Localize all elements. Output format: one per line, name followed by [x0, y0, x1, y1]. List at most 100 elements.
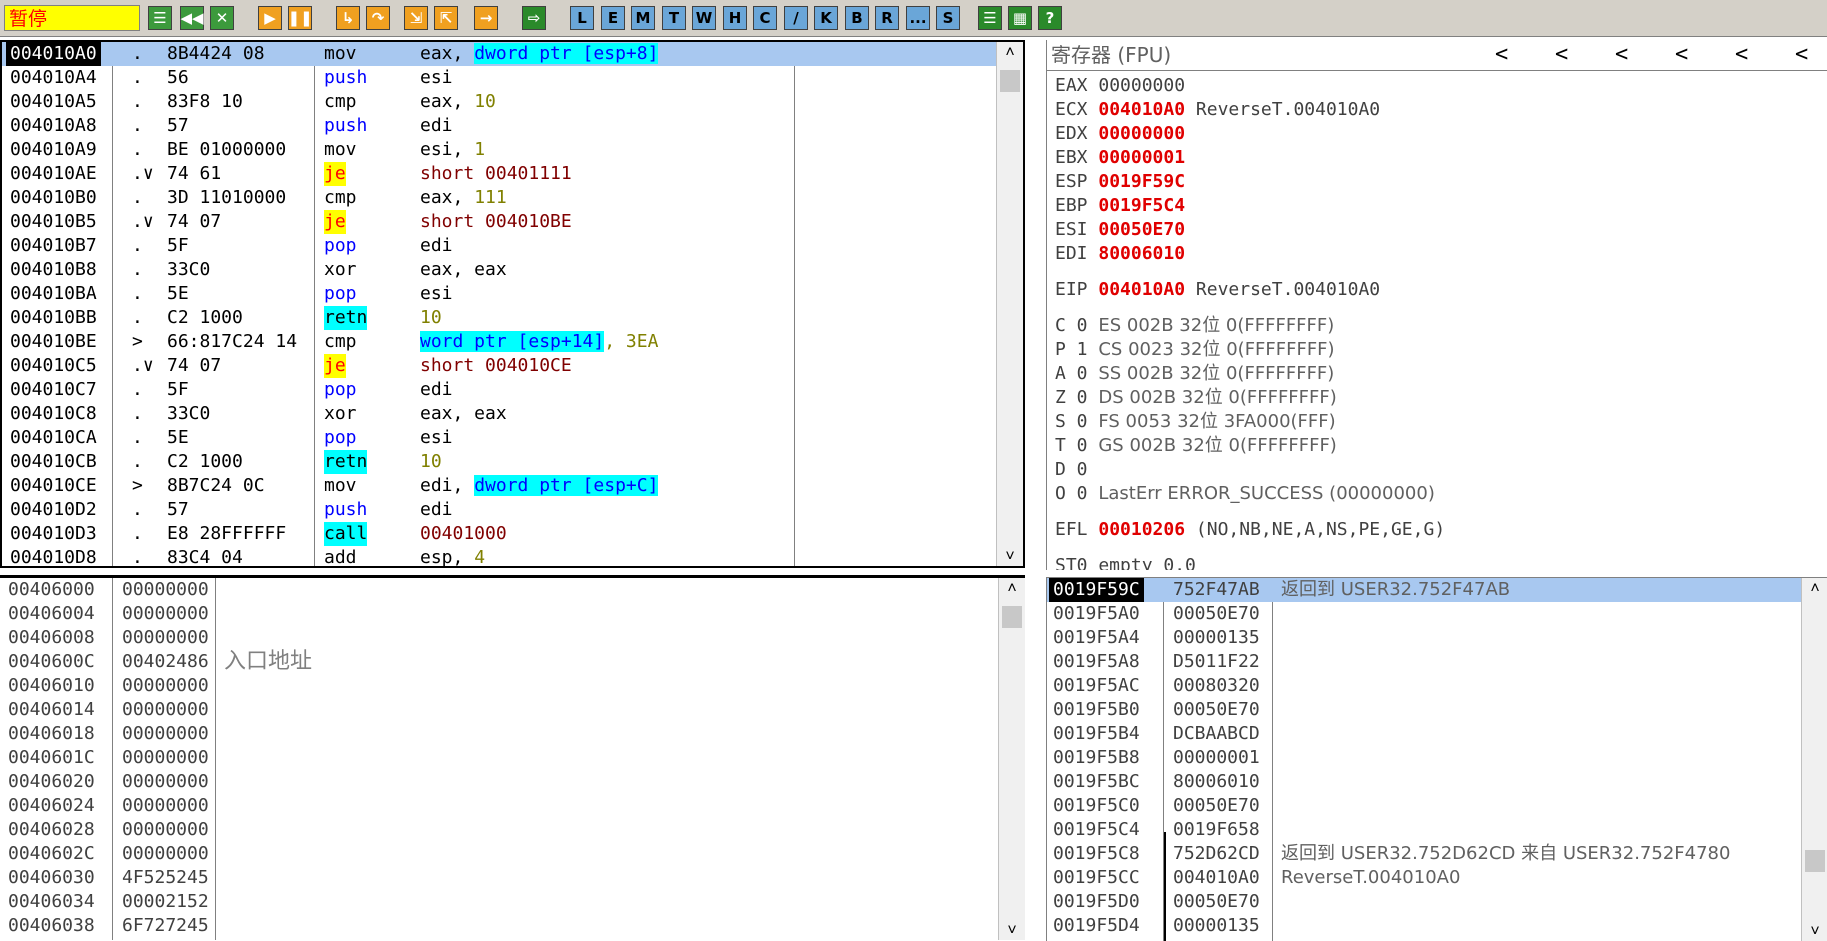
stack-row[interactable]: 0019F5D4 00000135 [1047, 914, 1801, 938]
disasm-row[interactable]: 004010BE >66:817C24 14 cmp word ptr [esp+14… [2, 330, 1000, 354]
flag[interactable]: C 0 [1055, 315, 1088, 336]
stack-row[interactable]: 0019F5A8 D5011F22 [1047, 650, 1801, 674]
scroll-up-icon[interactable]: ˄ [999, 578, 1025, 598]
register-value[interactable]: 00050E70 [1098, 219, 1185, 240]
dump-row[interactable]: 00406004 00000000 [0, 602, 998, 626]
disasm-row[interactable]: 004010BA. 5E pop esi [2, 282, 1000, 306]
scroll-up-icon[interactable]: ˄ [997, 42, 1023, 62]
scroll-up-icon[interactable]: ˄ [1802, 578, 1827, 598]
stack-row[interactable]: 0019F5CC 004010A0 ReverseT.004010A0 [1047, 866, 1801, 890]
register-value[interactable]: 00000000 [1098, 75, 1185, 96]
dump-scrollbar[interactable]: ˄ ˅ [998, 578, 1025, 940]
stack-row[interactable]: 0019F5BC 80006010 [1047, 770, 1801, 794]
register-value[interactable]: 00000001 [1098, 147, 1185, 168]
dump-row[interactable]: 00406034 00002152 [0, 890, 998, 914]
window-button-10[interactable]: R [875, 6, 899, 30]
chevron-left-icon[interactable]: < [1555, 42, 1568, 68]
register-edi[interactable]: EDI 80006010 [1055, 242, 1185, 266]
dump-row[interactable]: 0040601C 00000000 [0, 746, 998, 770]
open-icon[interactable]: ☰ [148, 6, 172, 30]
registers-pane[interactable]: 寄存器 (FPU) < < < < < < EAX 00000000 ECX 0… [1046, 40, 1827, 570]
register-ebp[interactable]: EBP 0019F5C4 [1055, 194, 1185, 218]
scroll-down-icon[interactable]: ˅ [997, 546, 1023, 566]
chevron-left-icon[interactable]: < [1495, 42, 1508, 68]
flag-segment-row[interactable]: A 0 SS 002B 32位 0(FFFFFFFF) [1055, 362, 1334, 386]
flag-segment-row[interactable]: C 0 ES 002B 32位 0(FFFFFFFF) [1055, 314, 1334, 338]
register-edx[interactable]: EDX 00000000 [1055, 122, 1185, 146]
disasm-row[interactable]: 004010C8. 33C0 xor eax, eax [2, 402, 1000, 426]
flag-segment-row[interactable]: O 0 LastErr ERROR_SUCCESS (00000000) [1055, 482, 1435, 506]
stack-row[interactable]: 0019F5A0 00050E70 [1047, 602, 1801, 626]
disassembly-pane[interactable]: 004010A0. 8B4424 08 mov eax, dword ptr [esp… [0, 40, 1025, 568]
flag-segment-row[interactable]: D 0 [1055, 458, 1088, 482]
dump-row[interactable]: 00406018 00000000 [0, 722, 998, 746]
register-ebx[interactable]: EBX 00000001 [1055, 146, 1185, 170]
register-eax[interactable]: EAX 00000000 [1055, 74, 1185, 98]
window-button-4[interactable]: W [692, 6, 716, 30]
disasm-row[interactable]: 004010A0. 8B4424 08 mov eax, dword ptr [esp… [2, 42, 1000, 66]
register-ecx[interactable]: ECX 004010A0 ReverseT.004010A0 [1055, 98, 1380, 122]
register-efl[interactable]: EFL 00010206 (NO,NB,NE,A,NS,PE,GE,G) [1055, 518, 1445, 542]
disasm-row[interactable]: 004010CA. 5E pop esi [2, 426, 1000, 450]
disasm-row[interactable]: 004010CE >8B7C24 0C mov edi, dword ptr [esp… [2, 474, 1000, 498]
disasm-row[interactable]: 004010A5. 83F8 10 cmp eax, 10 [2, 90, 1000, 114]
restart-icon[interactable]: ◀◀ [180, 6, 204, 30]
disasm-row[interactable]: 004010D3. E8 28FFFFFF call 00401000 [2, 522, 1000, 546]
disasm-row[interactable]: 004010D2. 57 push edi [2, 498, 1000, 522]
dump-row[interactable]: 00406030 4F525245 [0, 866, 998, 890]
stack-scrollbar[interactable]: ˄ ˅ [1801, 578, 1827, 941]
trace-into-icon[interactable]: ⇲ [404, 6, 428, 30]
window-button-6[interactable]: C [753, 6, 777, 30]
dump-row[interactable]: 0040600C 00402486 入口地址 [0, 650, 998, 674]
window-button-3[interactable]: T [662, 6, 686, 30]
disasm-row[interactable]: 004010A8. 57 push edi [2, 114, 1000, 138]
scroll-down-icon[interactable]: ˅ [999, 920, 1025, 940]
register-value[interactable]: 0019F59C [1098, 171, 1185, 192]
dump-row[interactable]: 00406024 00000000 [0, 794, 998, 818]
chevron-left-icon[interactable]: < [1795, 42, 1808, 68]
stack-row[interactable]: 0019F5A4 00000135 [1047, 626, 1801, 650]
scroll-down-icon[interactable]: ˅ [1802, 921, 1827, 941]
flag-segment-row[interactable]: Z 0 DS 002B 32位 0(FFFFFFFF) [1055, 386, 1337, 410]
window-button-0[interactable]: L [570, 6, 594, 30]
window-button-7[interactable]: / [784, 6, 808, 30]
window-button-9[interactable]: B [845, 6, 869, 30]
register-value[interactable]: 00000000 [1098, 123, 1185, 144]
disassembly-scrollbar[interactable]: ˄ ˅ [996, 42, 1023, 566]
disasm-row[interactable]: 004010B7. 5F pop edi [2, 234, 1000, 258]
disasm-row[interactable]: 004010C5 .∨ 74 07 je short 004010CE [2, 354, 1000, 378]
step-into-icon[interactable]: ↳ [336, 6, 360, 30]
dump-row[interactable]: 00406014 00000000 [0, 698, 998, 722]
disasm-row[interactable]: 004010BB. C2 1000 retn 10 [2, 306, 1000, 330]
goto-icon[interactable]: ⇨ [522, 6, 546, 30]
flag[interactable]: Z 0 [1055, 387, 1088, 408]
grid-icon[interactable]: ▦ [1008, 6, 1032, 30]
window-button-5[interactable]: H [723, 6, 747, 30]
flag-segment-row[interactable]: S 0 FS 0053 32位 3FA000(FFF) [1055, 410, 1336, 434]
execute-till-return-icon[interactable]: → [474, 6, 498, 30]
dump-row[interactable]: 00406038 6F727245 [0, 914, 998, 938]
stack-row[interactable]: 0019F5C8 752D62CD 返回到 USER32.752D62CD 来自 U… [1047, 842, 1801, 866]
disasm-row[interactable]: 004010A4. 56 push esi [2, 66, 1000, 90]
flag-segment-row[interactable]: P 1 CS 0023 32位 0(FFFFFFFF) [1055, 338, 1335, 362]
chevron-left-icon[interactable]: < [1615, 42, 1628, 68]
register-eip[interactable]: EIP 004010A0 ReverseT.004010A0 [1055, 278, 1380, 302]
flag[interactable]: T 0 [1055, 435, 1088, 456]
disasm-row[interactable]: 004010B5 .∨ 74 07 je short 004010BE [2, 210, 1000, 234]
scroll-thumb[interactable] [1805, 850, 1825, 872]
help-button[interactable]: ? [1038, 6, 1062, 30]
flag[interactable]: D 0 [1055, 459, 1088, 480]
disasm-row[interactable]: 004010B8. 33C0 xor eax, eax [2, 258, 1000, 282]
stack-row[interactable]: 0019F5C0 00050E70 [1047, 794, 1801, 818]
stack-row[interactable]: 0019F5D0 00050E70 [1047, 890, 1801, 914]
flag[interactable]: A 0 [1055, 363, 1088, 384]
stack-row[interactable]: 0019F5B8 00000001 [1047, 746, 1801, 770]
stack-row[interactable]: 0019F5AC 00080320 [1047, 674, 1801, 698]
dump-row[interactable]: 00406008 00000000 [0, 626, 998, 650]
disasm-row[interactable]: 004010A9. BE 01000000 mov esi, 1 [2, 138, 1000, 162]
disasm-row[interactable]: 004010D8. 83C4 04 add esp, 4 [2, 546, 1000, 566]
dump-row[interactable]: 00406010 00000000 [0, 674, 998, 698]
chevron-left-icon[interactable]: < [1675, 42, 1688, 68]
memory-dump-pane[interactable]: 00406000 00000000 00406004 00000000 00406008… [0, 575, 1025, 940]
dump-row[interactable]: 0040602C 00000000 [0, 842, 998, 866]
